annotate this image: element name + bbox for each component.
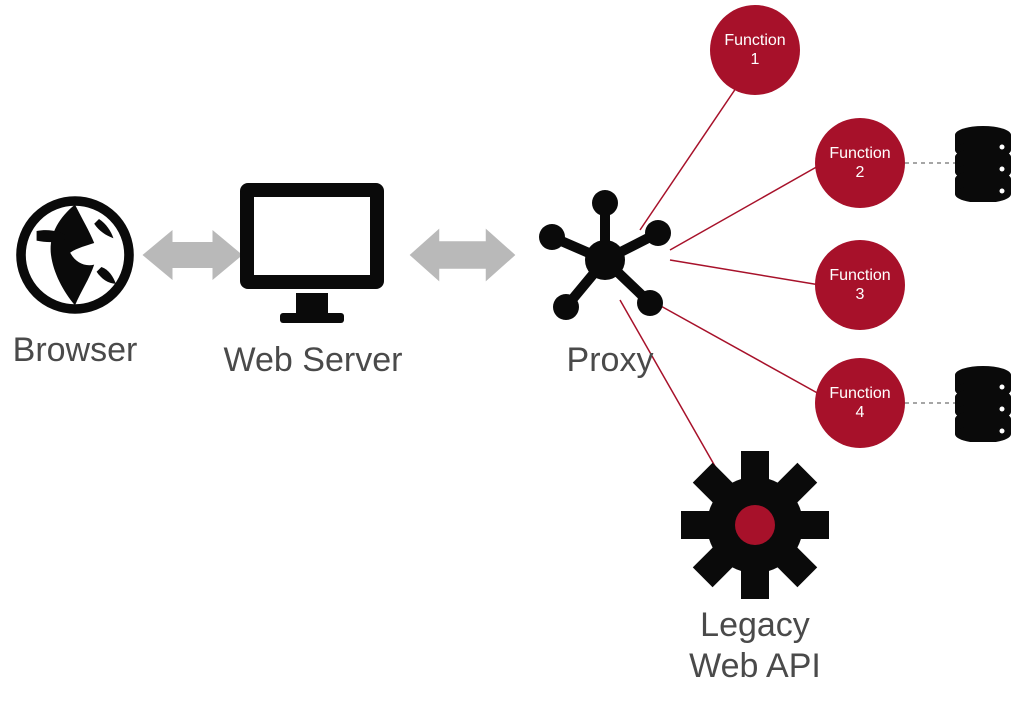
hub-icon: [530, 185, 680, 335]
proxy-label: Proxy: [560, 340, 660, 381]
function-node-3: Function 3: [815, 240, 905, 330]
connections-layer: [0, 0, 1024, 716]
function-node-4: Function 4: [815, 358, 905, 448]
monitor-icon: [232, 175, 392, 330]
globe-icon: [15, 195, 135, 315]
database-icon: [952, 366, 1014, 442]
legacy-label: Legacy Web API: [640, 605, 870, 687]
database-icon: [952, 126, 1014, 202]
browser-label: Browser: [10, 330, 140, 371]
diagram-stage: Function 1 Function 2 Function 3 Functio…: [0, 0, 1024, 716]
function-node-1: Function 1: [710, 5, 800, 95]
bi-arrow-icon: [140, 220, 245, 290]
bi-arrow-icon: [395, 218, 530, 292]
gear-icon: [680, 450, 830, 600]
webserver-label: Web Server: [218, 340, 408, 381]
function-node-2: Function 2: [815, 118, 905, 208]
